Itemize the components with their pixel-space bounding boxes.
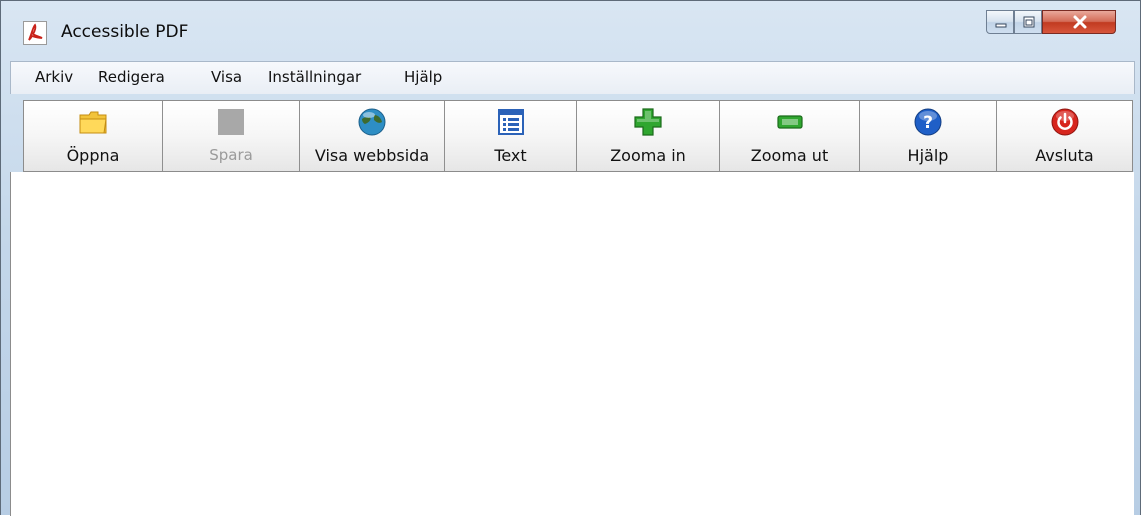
- pdf-logo-icon: [23, 21, 47, 45]
- globe-icon: [357, 107, 387, 137]
- close-icon: [1073, 15, 1087, 29]
- open-button[interactable]: Öppna: [24, 101, 163, 171]
- svg-text:?: ?: [923, 113, 933, 133]
- menu-visa[interactable]: Visa: [207, 68, 246, 86]
- maximize-button[interactable]: [1014, 10, 1042, 34]
- save-button[interactable]: Spara: [163, 101, 300, 171]
- text-button[interactable]: Text: [445, 101, 577, 171]
- save-label: Spara: [209, 146, 253, 164]
- menu-arkiv[interactable]: Arkiv: [31, 68, 77, 86]
- help-label: Hjälp: [907, 146, 949, 165]
- menu-hjalp[interactable]: Hjälp: [400, 68, 446, 86]
- text-label: Text: [494, 146, 527, 165]
- folder-icon: [78, 107, 108, 137]
- plus-icon: [633, 107, 663, 137]
- help-icon: ?: [913, 107, 943, 137]
- maximize-icon: [1023, 16, 1035, 28]
- zoom-out-button[interactable]: Zooma ut: [720, 101, 860, 171]
- menu-installningar[interactable]: Inställningar: [264, 68, 365, 86]
- text-list-icon: [496, 107, 526, 137]
- save-icon: [216, 107, 246, 137]
- zoom-in-label: Zooma in: [610, 146, 686, 165]
- menu-redigera[interactable]: Redigera: [94, 68, 169, 86]
- exit-button[interactable]: Avsluta: [997, 101, 1132, 171]
- help-button[interactable]: ? Hjälp: [860, 101, 997, 171]
- toolbar: Öppna Spara Visa webbsida Text Zooma in …: [23, 100, 1133, 172]
- window-title: Accessible PDF: [61, 22, 189, 42]
- minimize-button[interactable]: [986, 10, 1014, 34]
- minimize-icon: [995, 23, 1007, 28]
- exit-label: Avsluta: [1035, 146, 1094, 165]
- show-webpage-label: Visa webbsida: [314, 146, 430, 165]
- document-area[interactable]: [10, 172, 1134, 516]
- title-bar[interactable]: Accessible PDF: [1, 1, 1140, 57]
- zoom-out-label: Zooma ut: [750, 146, 829, 165]
- power-icon: [1050, 107, 1080, 137]
- minus-icon: [775, 107, 805, 137]
- menu-bar: Arkiv Redigera Visa Inställningar Hjälp: [10, 61, 1135, 94]
- show-webpage-button[interactable]: Visa webbsida: [300, 101, 445, 171]
- open-label: Öppna: [66, 146, 120, 165]
- close-button[interactable]: [1042, 10, 1116, 34]
- app-window: Accessible PDF Arkiv Redigera Visa Instä…: [0, 0, 1141, 516]
- zoom-in-button[interactable]: Zooma in: [577, 101, 720, 171]
